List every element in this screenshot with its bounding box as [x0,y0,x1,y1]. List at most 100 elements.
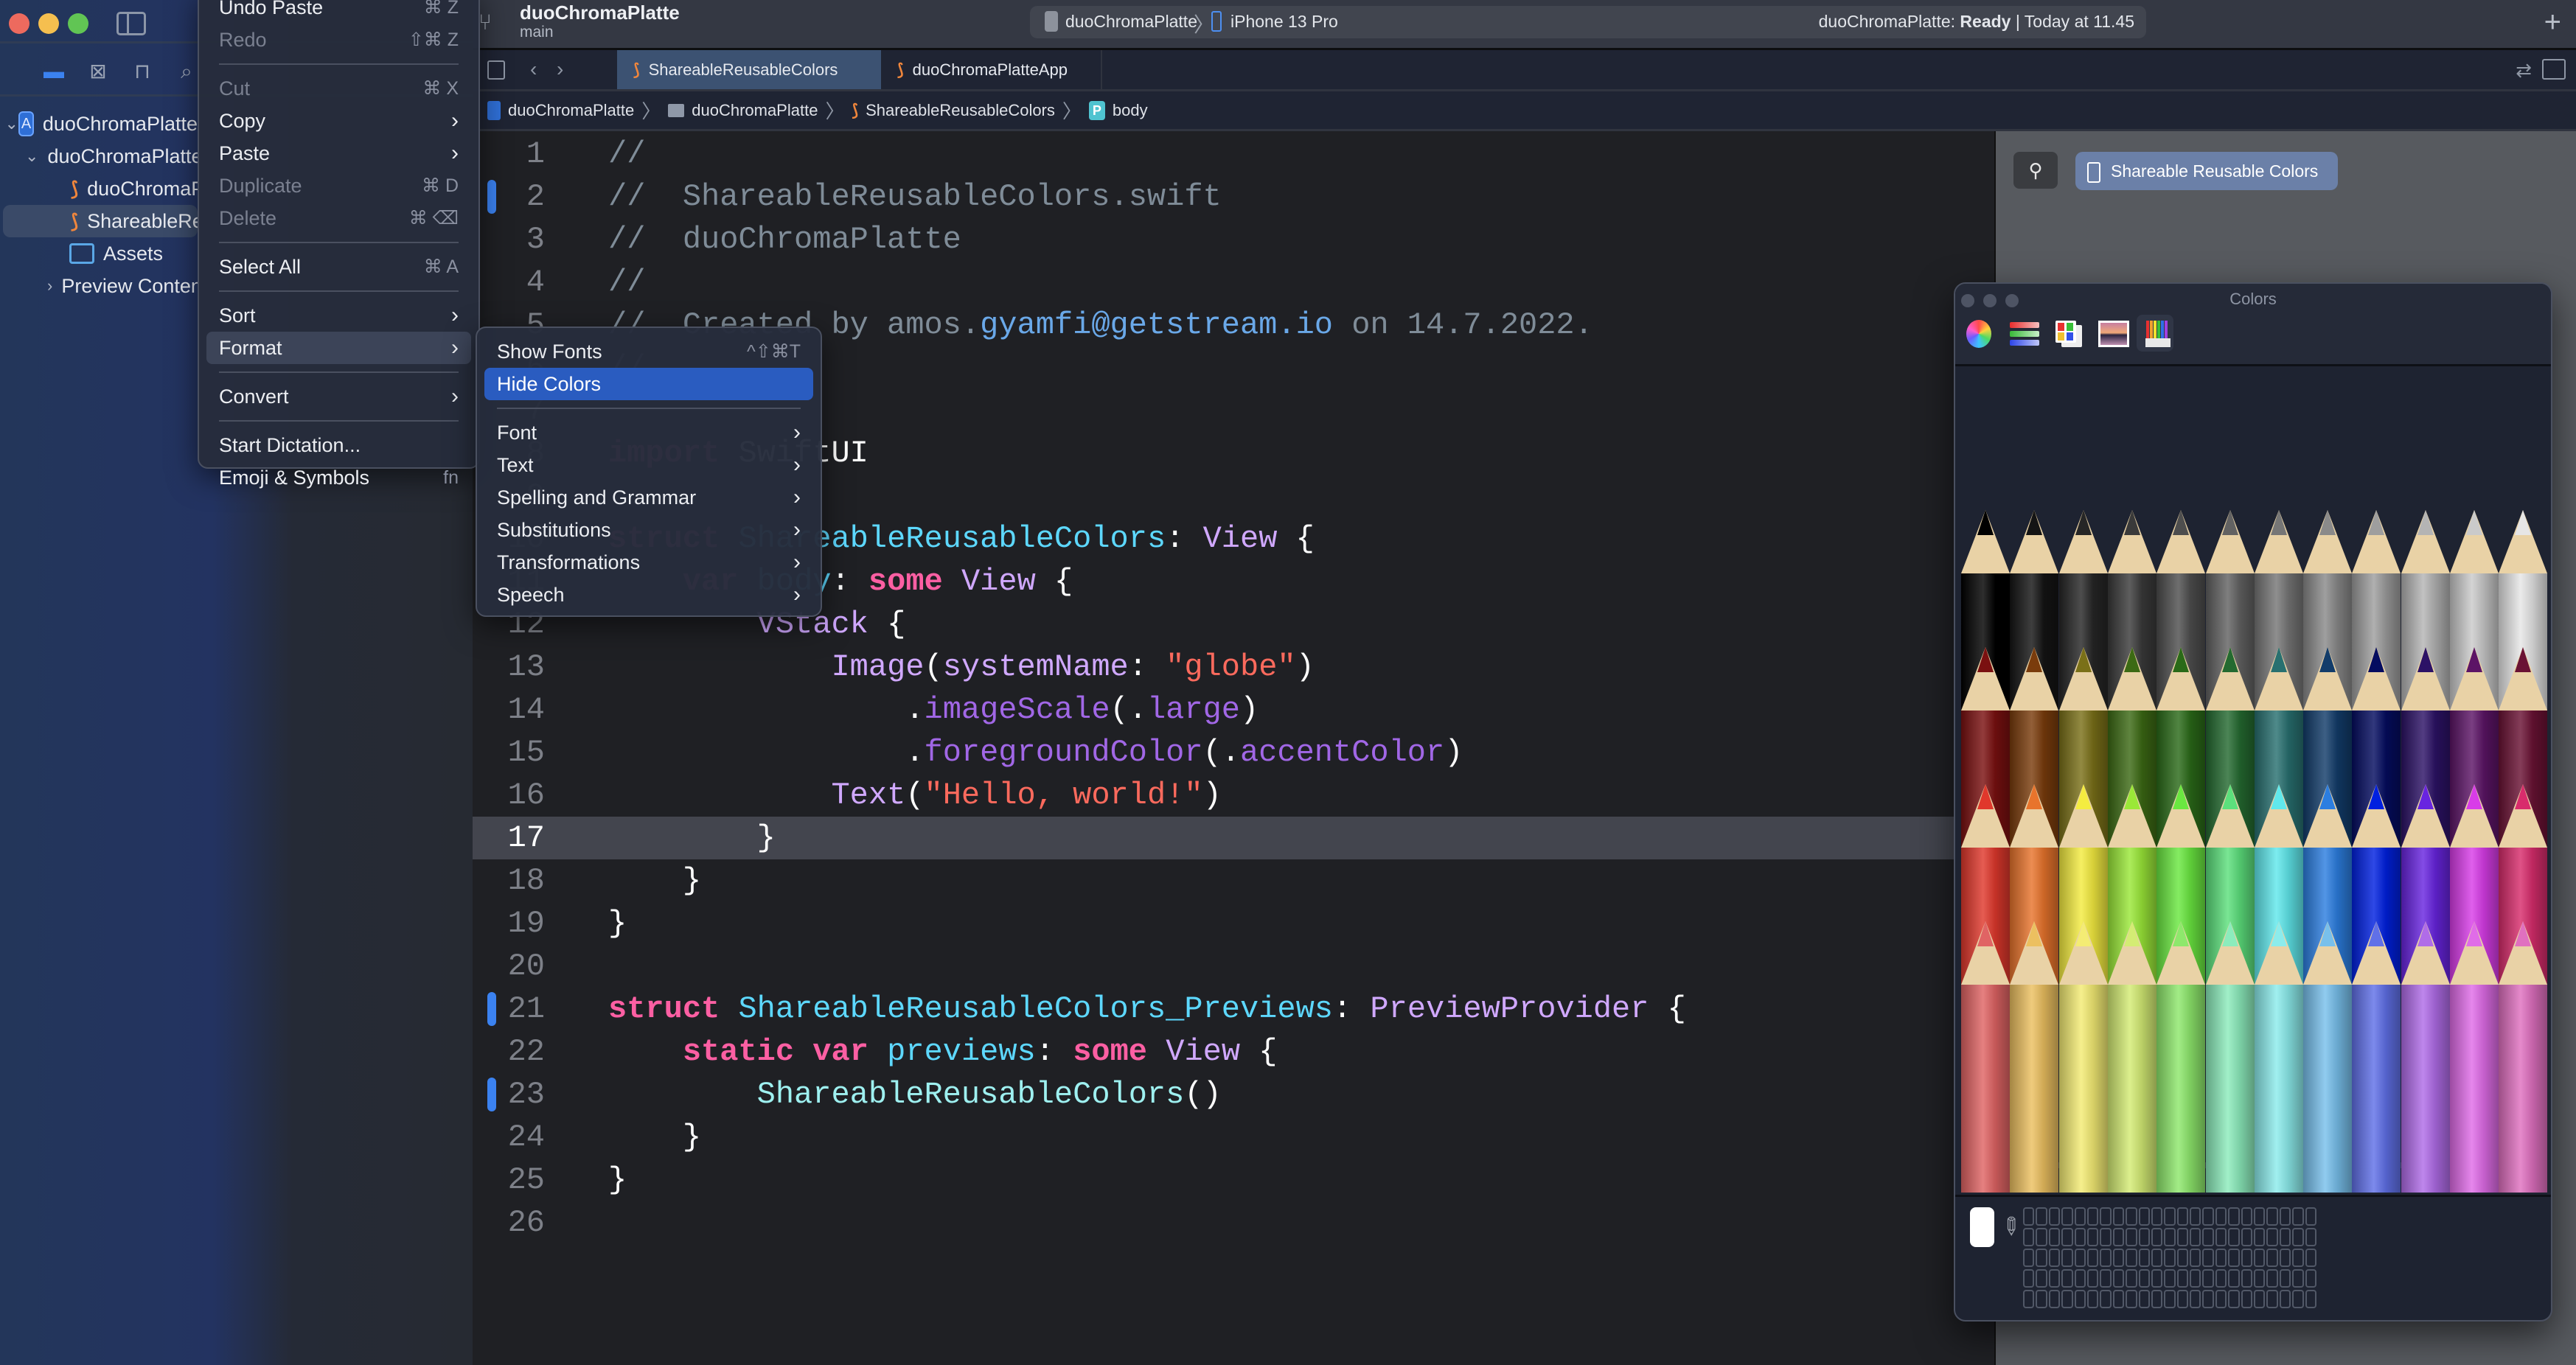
format-menu-item-substitutions[interactable]: Substitutions › [484,514,813,546]
branch-name[interactable]: main [520,24,554,41]
empty-swatch[interactable] [2292,1249,2304,1267]
code-line[interactable]: 25} [473,1159,1994,1201]
code-line[interactable]: 22 static var previews: some View { [473,1030,1994,1073]
format-menu-item-show-fonts[interactable]: Show Fonts ^⇧⌘T [484,335,813,368]
code-line[interactable]: 15 .foregroundColor(.accentColor) [473,731,1994,774]
empty-swatch[interactable] [2254,1207,2266,1226]
empty-swatch[interactable] [2241,1228,2253,1246]
format-menu-item-spelling-and-grammar[interactable]: Spelling and Grammar › [484,481,813,514]
empty-swatch[interactable] [2112,1228,2125,1246]
empty-swatch[interactable] [2061,1269,2073,1288]
edit-menu-item-format[interactable]: Format › [206,332,471,364]
empty-swatch[interactable] [2228,1269,2240,1288]
empty-swatch[interactable] [2266,1228,2278,1246]
empty-swatch[interactable] [2266,1249,2278,1267]
empty-swatch[interactable] [2254,1269,2266,1288]
empty-swatch[interactable] [2279,1290,2291,1308]
empty-swatch[interactable] [2061,1228,2073,1246]
edit-menu-item-redo[interactable]: Redo ⇧⌘ Z [206,24,471,56]
empty-swatch[interactable] [2266,1290,2278,1308]
window-minimize-button[interactable] [38,13,59,34]
empty-swatch[interactable] [2266,1207,2278,1226]
chevron-right-icon[interactable]: › [47,270,52,302]
add-button[interactable]: + [2544,6,2561,38]
edit-menu-item-duplicate[interactable]: Duplicate ⌘ D [206,170,471,202]
folder-icon[interactable]: ▬ [41,59,66,84]
change-indicator[interactable] [487,1078,496,1111]
edit-menu-item-cut[interactable]: Cut ⌘ X [206,72,471,105]
empty-swatch[interactable] [2126,1269,2137,1288]
forward-chevron-icon[interactable]: › [557,57,563,81]
empty-swatch[interactable] [2074,1290,2086,1308]
empty-swatch[interactable] [2215,1269,2227,1288]
empty-swatch[interactable] [2112,1290,2125,1308]
empty-swatch[interactable] [2176,1207,2189,1226]
empty-swatch[interactable] [2215,1290,2227,1308]
empty-swatch[interactable] [2061,1290,2073,1308]
empty-swatch[interactable] [2138,1207,2150,1226]
chevron-down-icon[interactable]: ⌄ [4,108,18,140]
empty-swatch[interactable] [2190,1290,2201,1308]
empty-swatch[interactable] [2190,1207,2201,1226]
empty-swatch[interactable] [2279,1249,2291,1267]
empty-swatch[interactable] [2305,1269,2316,1288]
breadcrumb-item[interactable]: duoChromaPlatte [508,101,634,120]
empty-swatch[interactable] [2074,1228,2086,1246]
empty-swatch[interactable] [2126,1207,2137,1226]
empty-swatch[interactable] [2138,1290,2150,1308]
empty-swatch[interactable] [2241,1249,2253,1267]
empty-swatch[interactable] [2228,1290,2240,1308]
edit-menu-item-emoji-symbols[interactable]: Emoji & Symbols fn [206,461,471,494]
color-palettes-icon[interactable] [2048,315,2085,352]
tree-item-file[interactable]: ⟆ duoChromaPlatteApp [71,172,198,205]
empty-swatch[interactable] [2176,1228,2189,1246]
empty-swatch[interactable] [2061,1207,2073,1226]
empty-swatch[interactable] [2074,1207,2086,1226]
empty-swatch[interactable] [2023,1269,2035,1288]
code-line[interactable]: 4 // [473,261,1994,304]
window-zoom-button[interactable] [68,13,88,34]
empty-swatch[interactable] [2176,1269,2189,1288]
empty-swatch[interactable] [2215,1207,2227,1226]
scheme-selector[interactable]: duoChromaPlatte [1065,12,1197,32]
empty-swatch[interactable] [2254,1290,2266,1308]
code-line[interactable]: 26 [473,1201,1994,1244]
source-control-icon[interactable]: ⊠ [86,59,111,84]
empty-swatch[interactable] [2292,1269,2304,1288]
code-editor[interactable]: 1//2// ShareableReusableColors.swift 3// … [473,131,1994,1365]
empty-swatch[interactable] [2086,1290,2099,1308]
empty-swatch[interactable] [2164,1228,2176,1246]
tree-item-file-selected[interactable]: ⟆ ShareableReusableColors [3,205,198,237]
breadcrumb-item[interactable]: duoChromaPlatte [692,101,818,120]
empty-swatch[interactable] [2100,1207,2112,1226]
empty-swatch[interactable] [2305,1207,2316,1226]
empty-swatch[interactable] [2086,1249,2099,1267]
code-line[interactable]: 24 } [473,1116,1994,1159]
empty-swatch[interactable] [2190,1228,2201,1246]
empty-swatch[interactable] [2048,1249,2061,1267]
color-wheel-icon[interactable] [1960,315,1997,352]
pencils-icon[interactable] [2137,315,2173,352]
format-menu-item-font[interactable]: Font › [484,416,813,449]
empty-swatch[interactable] [2164,1269,2176,1288]
window-close-button[interactable] [9,13,29,34]
empty-swatch[interactable] [2100,1269,2112,1288]
empty-swatch[interactable] [2164,1207,2176,1226]
edit-menu-item-delete[interactable]: Delete ⌘ ⌫ [206,202,471,234]
breadcrumb-item[interactable]: body [1113,101,1148,120]
code-line[interactable]: 13 Image(systemName: "globe") [473,646,1994,688]
related-items-grid-icon[interactable] [487,60,505,80]
empty-swatch[interactable] [2138,1228,2150,1246]
run-destination-selector[interactable]: iPhone 13 Pro [1230,12,1338,32]
code-line[interactable]: 19} [473,902,1994,945]
change-indicator[interactable] [487,992,496,1026]
empty-swatch[interactable] [2279,1207,2291,1226]
empty-swatch[interactable] [2228,1228,2240,1246]
empty-swatch[interactable] [2241,1269,2253,1288]
edit-menu-item-copy[interactable]: Copy › [206,105,471,137]
edit-menu-item-undo-paste[interactable]: Undo Paste ⌘ Z [206,0,471,24]
empty-swatch[interactable] [2100,1228,2112,1246]
empty-swatch[interactable] [2266,1269,2278,1288]
tab-shareable-reusable-colors[interactable]: ⟆ ShareableReusableColors [617,50,881,89]
empty-swatch[interactable] [2202,1290,2214,1308]
